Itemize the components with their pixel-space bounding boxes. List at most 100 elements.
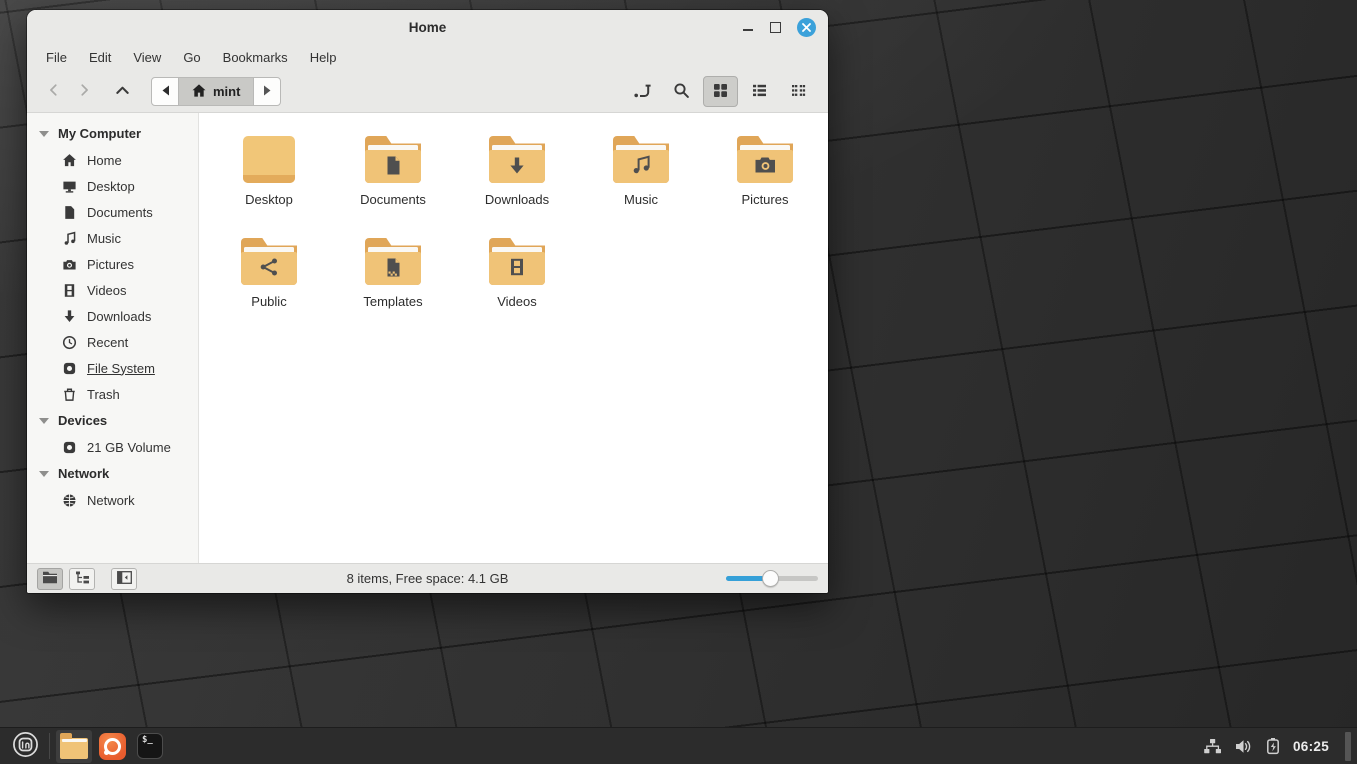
desktop-folder-icon [243, 136, 295, 183]
expander-triangle-icon[interactable] [39, 130, 49, 137]
close-button[interactable] [797, 17, 816, 37]
icon-view-button[interactable] [703, 76, 738, 107]
titlebar[interactable]: Home [27, 10, 828, 44]
sidebar-item-label: Recent [87, 334, 129, 350]
minimize-button[interactable] [742, 21, 754, 33]
sidebar-item-network[interactable]: Network [27, 487, 198, 513]
zoom-slider[interactable] [726, 570, 818, 588]
file-item-documents[interactable]: Documents [331, 129, 455, 207]
triangle-left-icon [161, 84, 170, 99]
tree-view-button[interactable] [69, 567, 95, 590]
network-tray-icon[interactable] [1203, 738, 1222, 755]
menu-view[interactable]: View [133, 50, 161, 65]
file-item-downloads[interactable]: Downloads [455, 129, 579, 207]
file-manager-window: Home File Edit View Go Bookmarks Help mi… [27, 10, 828, 593]
menu-edit[interactable]: Edit [89, 50, 111, 65]
terminal-icon: $_ [137, 733, 163, 759]
sidebar: My Computer Home Desktop Documents Music… [27, 113, 199, 563]
maximize-button[interactable] [770, 21, 781, 33]
folder-template-icon [365, 238, 421, 285]
compact-view-icon [790, 82, 807, 102]
menubar: File Edit View Go Bookmarks Help [27, 44, 828, 71]
sidebar-item-music[interactable]: Music [27, 225, 198, 251]
taskbar-file-manager-button[interactable] [56, 729, 92, 763]
search-icon [673, 82, 690, 102]
file-item-templates[interactable]: Templates [331, 231, 455, 309]
camera-glyph-icon [754, 156, 777, 177]
sidebar-item-label: Music [87, 230, 121, 246]
clock-icon [61, 334, 77, 350]
menu-bookmarks[interactable]: Bookmarks [223, 50, 288, 65]
file-item-music[interactable]: Music [579, 129, 703, 207]
file-list-area[interactable]: Desktop Documents Downloads Music Pictur… [199, 113, 828, 563]
camera-icon [61, 256, 77, 272]
file-item-public[interactable]: Public [207, 231, 331, 309]
sidebar-item-downloads[interactable]: Downloads [27, 303, 198, 329]
document-icon [61, 204, 77, 220]
breadcrumb: mint [151, 77, 282, 106]
download-glyph-icon [507, 156, 527, 178]
file-label: Downloads [484, 192, 550, 207]
hide-sidebar-icon [116, 570, 132, 587]
taskbar-clock[interactable]: 06:25 [1293, 739, 1329, 754]
sidebar-section-devices[interactable]: Devices [27, 407, 198, 434]
list-view-icon [751, 82, 768, 102]
search-button[interactable] [664, 76, 699, 107]
expander-triangle-icon[interactable] [39, 470, 49, 477]
sidebar-item-trash[interactable]: Trash [27, 381, 198, 407]
film-icon [61, 282, 77, 298]
status-summary: 8 items, Free space: 4.1 GB [346, 571, 509, 586]
sidebar-section-network[interactable]: Network [27, 460, 198, 487]
template-glyph-icon [383, 257, 403, 281]
breadcrumb-left-arrow[interactable] [152, 78, 178, 105]
file-item-desktop[interactable]: Desktop [207, 129, 331, 207]
tree-view-icon [75, 571, 90, 587]
taskbar-terminal-button[interactable]: $_ [132, 730, 168, 763]
sidebar-section-my-computer[interactable]: My Computer [27, 120, 198, 147]
menu-go[interactable]: Go [183, 50, 200, 65]
file-item-videos[interactable]: Videos [455, 231, 579, 309]
zoom-slider-handle[interactable] [762, 570, 780, 587]
music-note-icon [61, 230, 77, 246]
sidebar-item-home[interactable]: Home [27, 147, 198, 173]
up-button[interactable] [107, 77, 137, 107]
statusbar: 8 items, Free space: 4.1 GB [27, 563, 828, 593]
back-button[interactable] [39, 77, 69, 107]
file-label: Desktop [245, 192, 293, 207]
show-desktop-button[interactable] [1345, 731, 1351, 761]
sidebar-item-videos[interactable]: Videos [27, 277, 198, 303]
volume-icon[interactable] [1234, 738, 1253, 755]
film-glyph-icon [507, 257, 527, 280]
battery-charging-icon[interactable] [1265, 737, 1281, 755]
location-entry-icon [633, 82, 652, 102]
file-item-pictures[interactable]: Pictures [703, 129, 827, 207]
forward-button[interactable] [69, 77, 99, 107]
home-icon [61, 152, 77, 168]
sidebar-item-label: Trash [87, 386, 120, 402]
folder-music-icon [613, 136, 669, 183]
sidebar-item-file-system[interactable]: File System [27, 355, 198, 381]
hide-sidebar-button[interactable] [111, 567, 137, 590]
mint-logo-icon [12, 731, 39, 761]
expander-triangle-icon[interactable] [39, 417, 49, 424]
taskbar-firefox-button[interactable] [94, 730, 130, 763]
menu-help[interactable]: Help [310, 50, 337, 65]
sidebar-item-recent[interactable]: Recent [27, 329, 198, 355]
menu-file[interactable]: File [46, 50, 67, 65]
taskbar: $_ 06:25 [0, 727, 1357, 764]
compact-view-button[interactable] [781, 76, 816, 107]
breadcrumb-segment-home[interactable]: mint [178, 78, 255, 105]
mint-menu-button[interactable] [6, 728, 44, 764]
monitor-icon [61, 178, 77, 194]
home-icon [192, 83, 206, 100]
drive-icon [61, 439, 77, 455]
desktop-background[interactable]: Home File Edit View Go Bookmarks Help mi… [0, 0, 1357, 764]
places-view-button[interactable] [37, 567, 63, 590]
breadcrumb-right-arrow[interactable] [254, 78, 280, 105]
sidebar-item-desktop[interactable]: Desktop [27, 173, 198, 199]
sidebar-item-documents[interactable]: Documents [27, 199, 198, 225]
toggle-location-entry-button[interactable] [625, 76, 660, 107]
list-view-button[interactable] [742, 76, 777, 107]
sidebar-item-pictures[interactable]: Pictures [27, 251, 198, 277]
sidebar-item-21-gb-volume[interactable]: 21 GB Volume [27, 434, 198, 460]
